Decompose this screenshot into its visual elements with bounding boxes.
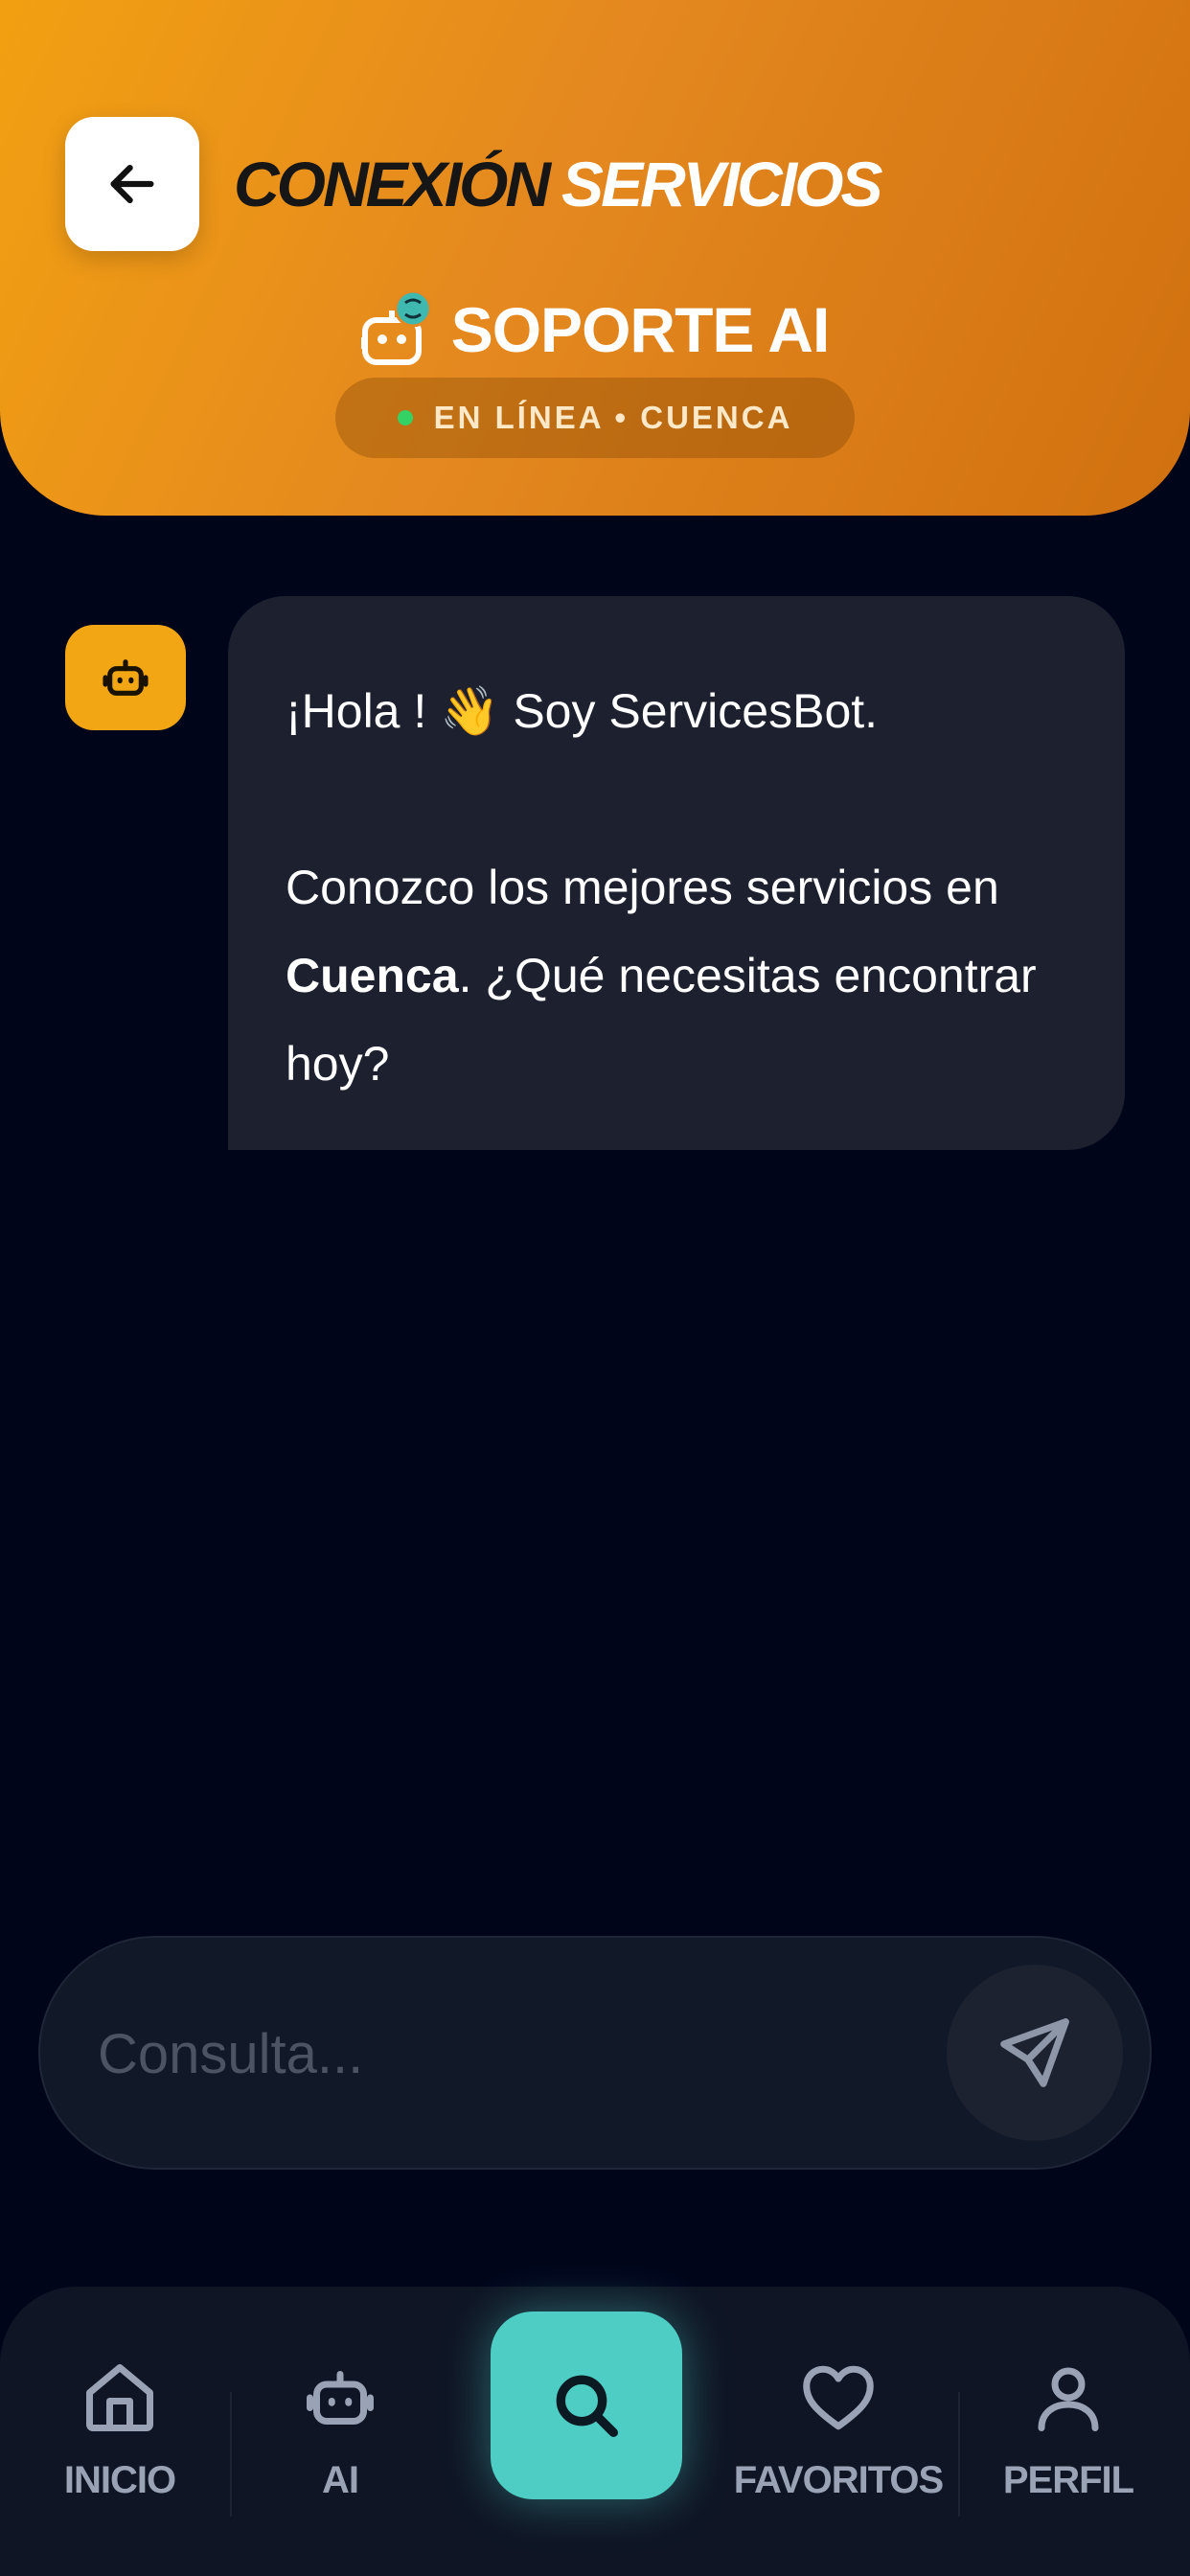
chat-input-bar	[38, 1936, 1152, 2170]
header: CONEXIÓN SERVICIOS SOPORTE AI EN LÍNEA •…	[0, 0, 1190, 516]
arrow-left-icon	[110, 164, 154, 204]
message-line-1: ¡Hola ! 👋 Soy ServicesBot.	[286, 667, 1067, 755]
message-text: Conozco los mejores servicios en	[286, 861, 999, 914]
user-icon	[1038, 2367, 1099, 2431]
search-button[interactable]	[491, 2312, 682, 2499]
nav-label: FAVORITOS	[733, 2459, 944, 2501]
search-icon	[556, 2375, 618, 2437]
status-text: EN LÍNEA • CUENCA	[433, 400, 793, 435]
back-button[interactable]	[65, 117, 199, 251]
message-text: Soy ServicesBot.	[499, 684, 879, 738]
robot-icon	[307, 2371, 374, 2425]
brand-part1: CONEXIÓN	[234, 149, 551, 219]
home-icon	[86, 2364, 153, 2431]
message-text: ¡Hola !	[286, 684, 441, 738]
wave-emoji: 👋	[440, 684, 500, 738]
send-icon	[1000, 2018, 1069, 2087]
message-paragraph-2: Conozco los mejores servicios en Cuenca.…	[286, 843, 1067, 1108]
nav-label: PERFIL	[1002, 2459, 1134, 2501]
brand-logo: CONEXIÓN SERVICIOS	[234, 144, 882, 224]
nav-item-perfil[interactable]: PERFIL	[996, 2358, 1140, 2549]
nav-item-favoritos[interactable]: FAVORITOS	[719, 2358, 958, 2549]
robot-icon	[103, 659, 149, 696]
bot-avatar	[65, 625, 186, 730]
nav-label: INICIO	[63, 2459, 176, 2501]
send-button[interactable]	[947, 1965, 1123, 2141]
nav-item-ai[interactable]: AI	[287, 2358, 393, 2549]
heart-icon	[803, 2365, 874, 2430]
chat-message-bubble: ¡Hola ! 👋 Soy ServicesBot. Conozco los m…	[228, 596, 1125, 1150]
message-bold-text: Cuenca	[286, 949, 459, 1002]
brand-part2: SERVICIOS	[561, 149, 882, 219]
status-badge: EN LÍNEA • CUENCA	[335, 378, 855, 458]
support-bot-icon	[357, 289, 432, 368]
online-dot-icon	[397, 410, 413, 426]
nav-item-inicio[interactable]: INICIO	[48, 2358, 192, 2549]
page-title: SOPORTE AI	[450, 294, 831, 365]
chat-input[interactable]	[96, 1995, 924, 2112]
nav-label: AI	[322, 2459, 359, 2501]
title-row: SOPORTE AI	[0, 284, 1190, 376]
